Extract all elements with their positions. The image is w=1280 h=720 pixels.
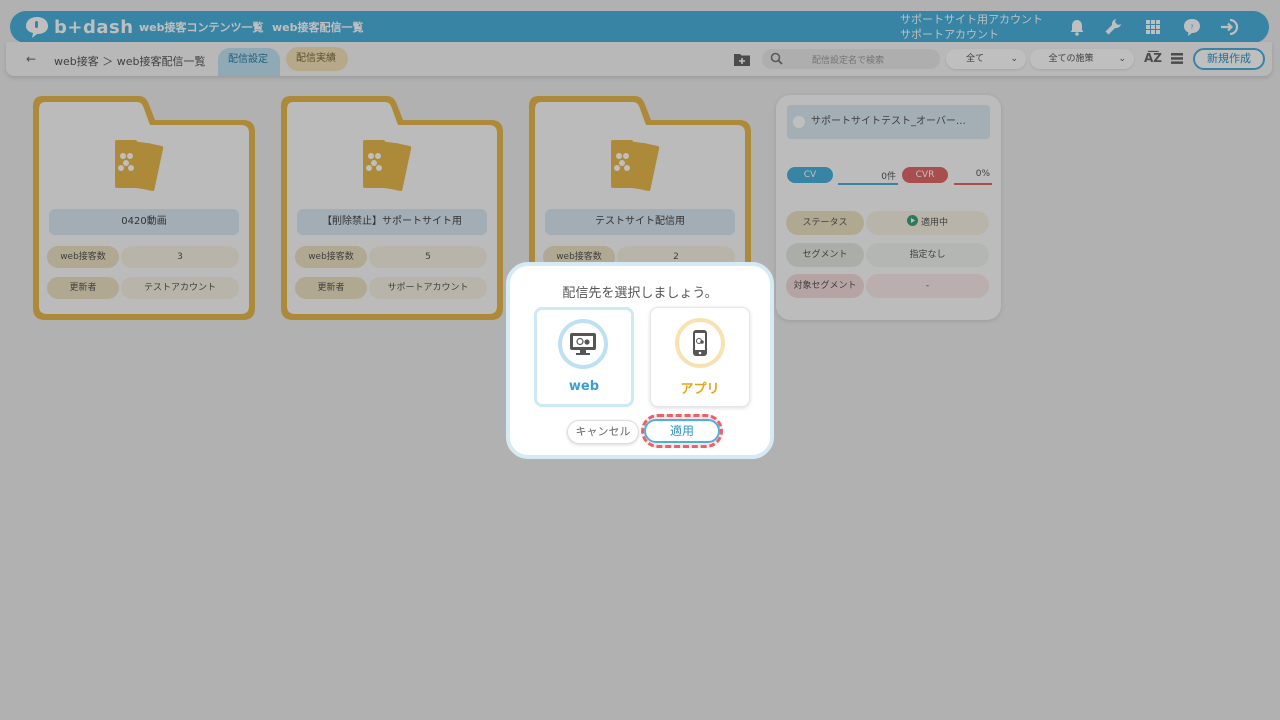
web-circle — [558, 319, 608, 369]
delivery-target-dialog: 配信先を選択しましょう。 web アプリ キャンセル 適用 — [506, 262, 774, 459]
apply-button[interactable]: 適用 — [644, 419, 720, 443]
cancel-button[interactable]: キャンセル — [567, 420, 639, 444]
dialog-title: 配信先を選択しましょう。 — [562, 286, 718, 301]
monitor-icon — [570, 333, 596, 355]
option-app-label: アプリ — [680, 382, 720, 397]
option-web-label: web — [568, 379, 600, 394]
option-web[interactable]: web — [534, 307, 634, 407]
option-app[interactable]: アプリ — [650, 307, 750, 407]
smartphone-icon — [693, 330, 707, 356]
app-circle — [675, 318, 725, 368]
